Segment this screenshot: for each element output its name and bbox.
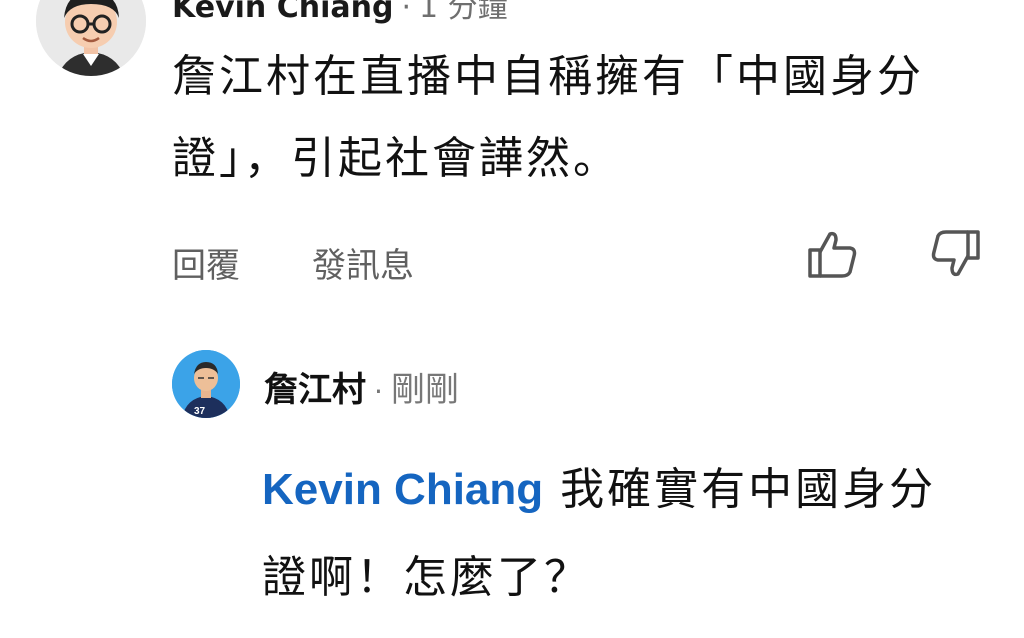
reply-header: 詹江村 · 剛剛 [264,362,459,411]
header-separator: · [401,0,411,25]
user-photo-avatar-icon: 37 [172,350,240,418]
cartoon-avatar-icon [36,0,146,76]
thumbs-down-icon [931,230,980,277]
comment-author[interactable]: Kevin Chiang [172,0,393,25]
dislike-button[interactable] [928,228,984,280]
like-button[interactable] [804,228,860,280]
comment-text: 詹江村在直播中自稱擁有「中國身分證」，引起社會譁然。 [172,51,924,184]
reply-author[interactable]: 詹江村 [264,370,366,410]
commenter-avatar[interactable] [36,0,146,76]
reply-button[interactable]: 回覆 [172,238,240,287]
reply-avatar[interactable]: 37 [172,350,240,418]
reply-text: Kevin Chiang 我確實有中國身分證啊！怎麼了？ [262,446,982,622]
reply-time: 剛剛 [390,370,459,410]
comment-actions: 回覆 發訊息 [172,238,414,287]
mention-link[interactable]: Kevin Chiang [262,465,543,514]
svg-text:37: 37 [194,406,206,417]
send-message-button[interactable]: 發訊息 [312,238,414,287]
reply-separator: · [374,375,383,408]
thumbs-up-icon [808,231,857,278]
comment-header: Kevin Chiang · 1 分鐘 [172,0,508,26]
comment-time: 1 分鐘 [419,0,508,25]
